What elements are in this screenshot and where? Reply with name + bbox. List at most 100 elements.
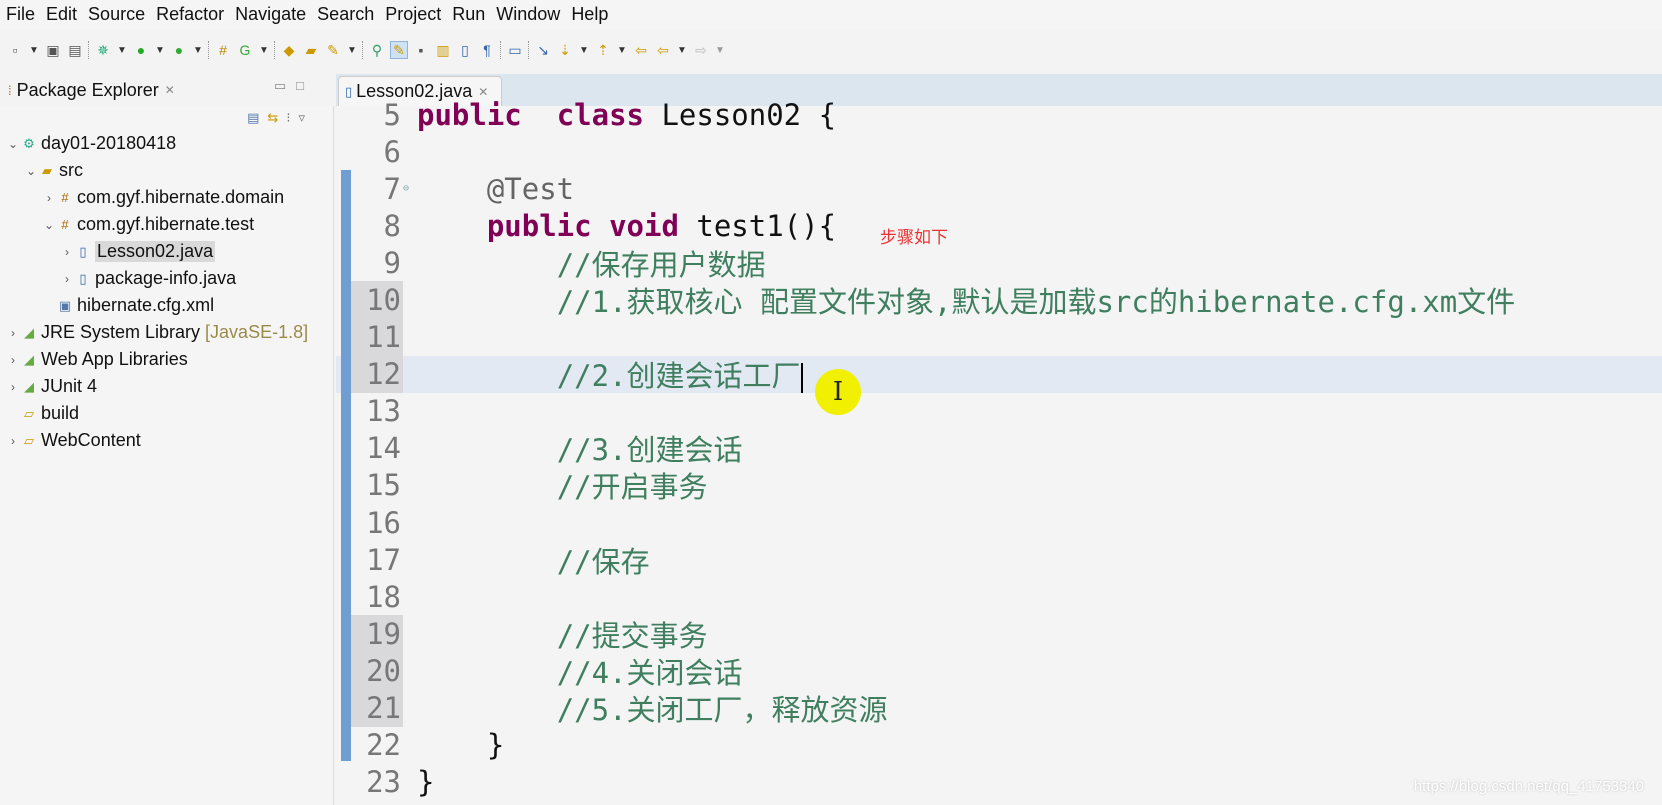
pin-icon[interactable]: ↘ (534, 41, 552, 59)
new-package-icon[interactable]: # (214, 41, 232, 59)
chevron-right-icon[interactable]: › (60, 272, 74, 286)
package-explorer-title: Package Explorer (16, 79, 159, 100)
code-line[interactable]: 11 (336, 318, 1662, 356)
menu-file[interactable]: File (6, 4, 35, 25)
word-wrap-icon[interactable]: ▥ (434, 41, 452, 59)
menu-refactor[interactable]: Refactor (156, 4, 224, 25)
code-line[interactable]: 10 //1.获取核心 配置文件对象,默认是加载src的hibernate.cf… (336, 281, 1662, 319)
last-edit-icon[interactable]: ⇦ (632, 41, 650, 59)
new-class-dropdown[interactable]: ▼ (258, 41, 270, 59)
tree-item[interactable]: › ▯ package-info.java (0, 265, 334, 292)
code-text: } (417, 728, 504, 762)
code-line[interactable]: 22 } (336, 727, 1662, 764)
debug-dropdown[interactable]: ▼ (116, 41, 128, 59)
menu-search[interactable]: Search (317, 4, 374, 25)
code-line[interactable]: 19 //提交事务 (336, 615, 1662, 653)
next-annotation-icon[interactable]: ⇣ (556, 41, 574, 59)
chevron-right-icon[interactable]: › (6, 326, 20, 340)
tree-item[interactable]: ▣ hibernate.cfg.xml (0, 292, 334, 319)
code-line[interactable]: 14 //3.创建会话 (336, 430, 1662, 467)
menu-navigate[interactable]: Navigate (235, 4, 306, 25)
chevron-down-icon[interactable]: ⌄ (24, 164, 38, 178)
fold-icon[interactable]: ⊖ (403, 183, 417, 194)
chevron-down-icon[interactable]: ⌄ (6, 137, 20, 151)
show-whitespace-icon[interactable]: ▯ (456, 41, 474, 59)
tree-item[interactable]: ▱ build (0, 400, 334, 427)
collapse-all-icon[interactable]: ▤ (247, 110, 267, 125)
back-dropdown[interactable]: ▼ (676, 41, 688, 59)
search-dropdown[interactable]: ▼ (346, 41, 358, 59)
code-line[interactable]: 20 //4.关闭会话 (336, 652, 1662, 690)
chevron-right-icon[interactable]: › (6, 380, 20, 394)
line-number: 22 (366, 728, 401, 763)
tree-item[interactable]: › ◢ JRE System Library [JavaSE-1.8] (0, 319, 334, 346)
toolbar-separator (362, 41, 364, 59)
code-line[interactable]: 6 (336, 133, 1662, 170)
search-icon[interactable]: ✎ (324, 41, 342, 59)
code-text: //开启事务 (417, 464, 708, 506)
chevron-right-icon[interactable]: › (6, 353, 20, 367)
previous-annotation-icon[interactable]: ⇡ (594, 41, 612, 59)
toggle-breadcrumb-icon[interactable]: ⚲ (368, 41, 386, 59)
forward-icon[interactable]: ⇨ (692, 41, 710, 59)
tree-item[interactable]: ⌄ ⚙ day01-20180418 (0, 130, 334, 157)
open-folder-icon[interactable]: ▰ (302, 41, 320, 59)
external-tools-dropdown[interactable]: ▼ (192, 41, 204, 59)
tree-item[interactable]: › ▱ WebContent (0, 427, 334, 454)
tree-item[interactable]: › # com.gyf.hibernate.domain (0, 184, 334, 211)
new-dropdown[interactable]: ▼ (28, 41, 40, 59)
code-line[interactable]: 8 public void test1(){ (336, 207, 1662, 244)
menu-edit[interactable]: Edit (46, 4, 77, 25)
code-line[interactable]: 18 (336, 578, 1662, 615)
block-selection-icon[interactable]: ▪ (412, 41, 430, 59)
show-pilcrow-icon[interactable]: ¶ (478, 41, 496, 59)
view-menu-icon[interactable]: ▿ (298, 110, 313, 125)
code-line[interactable]: 12 //2.创建会话工厂 (336, 355, 1662, 394)
tree-item[interactable]: ⌄ ▰ src (0, 157, 334, 184)
menu-help[interactable]: Help (571, 4, 608, 25)
tree-item[interactable]: › ▯ Lesson02.java (0, 238, 334, 265)
code-line[interactable]: 17 //保存 (336, 541, 1662, 579)
filter-icon[interactable]: ⁝ (286, 110, 298, 125)
save-icon[interactable]: ▣ (44, 41, 62, 59)
code-line[interactable]: 21 //5.关闭工厂，释放资源 (336, 689, 1662, 727)
code-line[interactable]: 9 //保存用户数据 (336, 244, 1662, 282)
menu-project[interactable]: Project (385, 4, 441, 25)
forward-dropdown[interactable]: ▼ (714, 41, 726, 59)
code-line[interactable]: 7 ⊖ @Test (336, 170, 1662, 207)
new-class-icon[interactable]: G (236, 41, 254, 59)
code-line[interactable]: 13 (336, 393, 1662, 430)
run-icon[interactable]: ● (132, 41, 150, 59)
chevron-right-icon[interactable]: › (6, 434, 20, 448)
minimize-icon[interactable]: ▭ (274, 78, 296, 93)
mark-occurrences-icon[interactable]: ✎ (390, 41, 408, 59)
debug-icon[interactable]: ✵ (94, 41, 112, 59)
open-type-icon[interactable]: ◆ (280, 41, 298, 59)
code-line[interactable]: 5 public class Lesson02 { (336, 96, 1662, 133)
link-with-editor-icon[interactable]: ⇆ (267, 110, 286, 125)
menu-window[interactable]: Window (496, 4, 560, 25)
chevron-right-icon[interactable]: › (42, 191, 56, 205)
code-area[interactable]: 5 public class Lesson02 {6 7 ⊖ @Test 8 publi… (336, 96, 1662, 801)
back-icon[interactable]: ⇦ (654, 41, 672, 59)
chevron-right-icon[interactable]: › (60, 245, 74, 259)
tree-item[interactable]: ⌄ # com.gyf.hibernate.test (0, 211, 334, 238)
run-dropdown[interactable]: ▼ (154, 41, 166, 59)
package-explorer-tab[interactable]: ⁞ Package Explorer ✕ ▭□ (0, 74, 334, 106)
console-icon[interactable]: ▭ (506, 41, 524, 59)
save-all-icon[interactable]: ▤ (66, 41, 84, 59)
code-line[interactable]: 16 (336, 504, 1662, 541)
menu-run[interactable]: Run (452, 4, 485, 25)
close-icon[interactable]: ✕ (165, 83, 175, 97)
tree-item[interactable]: › ◢ JUnit 4 (0, 373, 334, 400)
code-line[interactable]: 15 //开启事务 (336, 467, 1662, 504)
next-annotation-dropdown[interactable]: ▼ (578, 41, 590, 59)
menu-source[interactable]: Source (88, 4, 145, 25)
maximize-icon[interactable]: □ (296, 78, 314, 93)
chevron-down-icon[interactable]: ⌄ (42, 218, 56, 232)
previous-annotation-dropdown[interactable]: ▼ (616, 41, 628, 59)
new-icon[interactable]: ▫ (6, 41, 24, 59)
tree-item[interactable]: › ◢ Web App Libraries (0, 346, 334, 373)
external-tools-icon[interactable]: ● (170, 41, 188, 59)
